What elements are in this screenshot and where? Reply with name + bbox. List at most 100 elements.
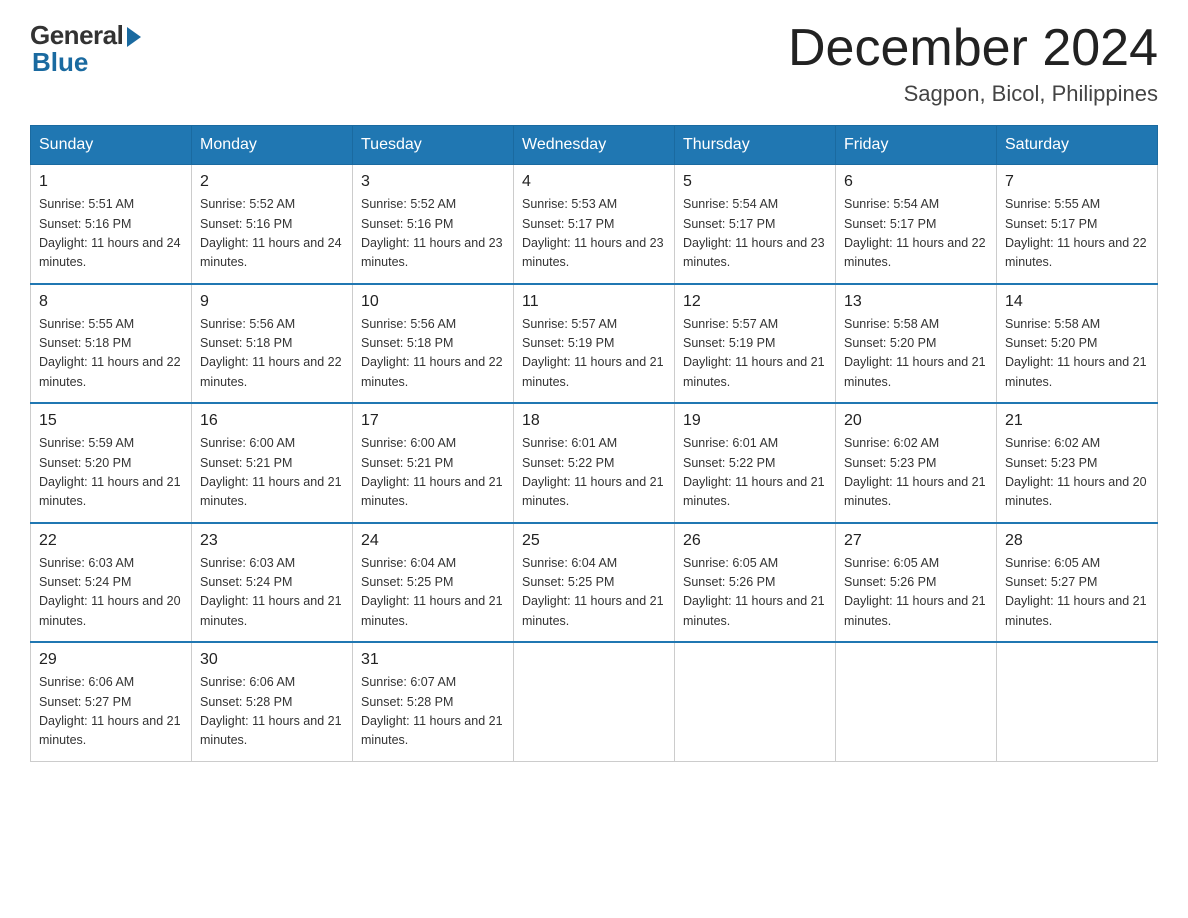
day-number: 23 [200,532,344,550]
calendar-day-cell: 16 Sunrise: 6:00 AM Sunset: 5:21 PM Dayl… [192,403,353,523]
day-info: Sunrise: 6:04 AM Sunset: 5:25 PM Dayligh… [522,554,666,632]
day-number: 26 [683,532,827,550]
day-number: 4 [522,173,666,191]
month-title: December 2024 [788,20,1158,77]
calendar-week-row: 22 Sunrise: 6:03 AM Sunset: 5:24 PM Dayl… [31,523,1158,643]
day-number: 28 [1005,532,1149,550]
calendar-table: Sunday Monday Tuesday Wednesday Thursday… [30,125,1158,762]
calendar-day-cell: 9 Sunrise: 5:56 AM Sunset: 5:18 PM Dayli… [192,284,353,404]
calendar-day-cell: 5 Sunrise: 5:54 AM Sunset: 5:17 PM Dayli… [675,165,836,284]
day-info: Sunrise: 6:00 AM Sunset: 5:21 PM Dayligh… [361,434,505,512]
calendar-day-cell: 23 Sunrise: 6:03 AM Sunset: 5:24 PM Dayl… [192,523,353,643]
header-sunday: Sunday [31,126,192,165]
day-info: Sunrise: 5:56 AM Sunset: 5:18 PM Dayligh… [361,315,505,393]
header-thursday: Thursday [675,126,836,165]
header-saturday: Saturday [997,126,1158,165]
header-tuesday: Tuesday [353,126,514,165]
day-number: 27 [844,532,988,550]
day-info: Sunrise: 5:54 AM Sunset: 5:17 PM Dayligh… [844,195,988,273]
day-info: Sunrise: 5:57 AM Sunset: 5:19 PM Dayligh… [683,315,827,393]
calendar-day-cell [997,642,1158,761]
calendar-day-cell: 3 Sunrise: 5:52 AM Sunset: 5:16 PM Dayli… [353,165,514,284]
calendar-week-row: 8 Sunrise: 5:55 AM Sunset: 5:18 PM Dayli… [31,284,1158,404]
calendar-header-row: Sunday Monday Tuesday Wednesday Thursday… [31,126,1158,165]
calendar-day-cell: 14 Sunrise: 5:58 AM Sunset: 5:20 PM Dayl… [997,284,1158,404]
day-info: Sunrise: 5:58 AM Sunset: 5:20 PM Dayligh… [844,315,988,393]
day-number: 1 [39,173,183,191]
calendar-day-cell: 22 Sunrise: 6:03 AM Sunset: 5:24 PM Dayl… [31,523,192,643]
calendar-day-cell: 29 Sunrise: 6:06 AM Sunset: 5:27 PM Dayl… [31,642,192,761]
day-number: 29 [39,651,183,669]
calendar-day-cell: 31 Sunrise: 6:07 AM Sunset: 5:28 PM Dayl… [353,642,514,761]
day-number: 13 [844,293,988,311]
day-info: Sunrise: 5:57 AM Sunset: 5:19 PM Dayligh… [522,315,666,393]
day-info: Sunrise: 6:04 AM Sunset: 5:25 PM Dayligh… [361,554,505,632]
calendar-day-cell: 12 Sunrise: 5:57 AM Sunset: 5:19 PM Dayl… [675,284,836,404]
calendar-day-cell: 26 Sunrise: 6:05 AM Sunset: 5:26 PM Dayl… [675,523,836,643]
day-number: 14 [1005,293,1149,311]
day-number: 10 [361,293,505,311]
day-number: 22 [39,532,183,550]
calendar-week-row: 1 Sunrise: 5:51 AM Sunset: 5:16 PM Dayli… [31,165,1158,284]
day-number: 19 [683,412,827,430]
day-info: Sunrise: 6:06 AM Sunset: 5:28 PM Dayligh… [200,673,344,751]
logo-arrow-icon [127,27,141,47]
calendar-day-cell: 20 Sunrise: 6:02 AM Sunset: 5:23 PM Dayl… [836,403,997,523]
day-number: 31 [361,651,505,669]
calendar-day-cell: 4 Sunrise: 5:53 AM Sunset: 5:17 PM Dayli… [514,165,675,284]
calendar-day-cell [836,642,997,761]
calendar-day-cell [514,642,675,761]
calendar-day-cell: 6 Sunrise: 5:54 AM Sunset: 5:17 PM Dayli… [836,165,997,284]
calendar-day-cell: 11 Sunrise: 5:57 AM Sunset: 5:19 PM Dayl… [514,284,675,404]
day-info: Sunrise: 6:01 AM Sunset: 5:22 PM Dayligh… [522,434,666,512]
day-info: Sunrise: 6:05 AM Sunset: 5:27 PM Dayligh… [1005,554,1149,632]
calendar-day-cell: 27 Sunrise: 6:05 AM Sunset: 5:26 PM Dayl… [836,523,997,643]
day-number: 11 [522,293,666,311]
header-wednesday: Wednesday [514,126,675,165]
title-section: December 2024 Sagpon, Bicol, Philippines [788,20,1158,107]
location-subtitle: Sagpon, Bicol, Philippines [788,81,1158,107]
day-info: Sunrise: 5:55 AM Sunset: 5:17 PM Dayligh… [1005,195,1149,273]
calendar-day-cell: 10 Sunrise: 5:56 AM Sunset: 5:18 PM Dayl… [353,284,514,404]
day-info: Sunrise: 6:03 AM Sunset: 5:24 PM Dayligh… [200,554,344,632]
day-info: Sunrise: 5:51 AM Sunset: 5:16 PM Dayligh… [39,195,183,273]
header-monday: Monday [192,126,353,165]
day-number: 6 [844,173,988,191]
day-number: 2 [200,173,344,191]
day-number: 9 [200,293,344,311]
calendar-day-cell: 1 Sunrise: 5:51 AM Sunset: 5:16 PM Dayli… [31,165,192,284]
day-info: Sunrise: 5:53 AM Sunset: 5:17 PM Dayligh… [522,195,666,273]
day-number: 18 [522,412,666,430]
day-info: Sunrise: 5:56 AM Sunset: 5:18 PM Dayligh… [200,315,344,393]
calendar-week-row: 15 Sunrise: 5:59 AM Sunset: 5:20 PM Dayl… [31,403,1158,523]
day-info: Sunrise: 6:05 AM Sunset: 5:26 PM Dayligh… [844,554,988,632]
calendar-day-cell: 7 Sunrise: 5:55 AM Sunset: 5:17 PM Dayli… [997,165,1158,284]
day-info: Sunrise: 6:06 AM Sunset: 5:27 PM Dayligh… [39,673,183,751]
day-number: 12 [683,293,827,311]
day-info: Sunrise: 5:55 AM Sunset: 5:18 PM Dayligh… [39,315,183,393]
calendar-day-cell [675,642,836,761]
day-number: 5 [683,173,827,191]
calendar-day-cell: 15 Sunrise: 5:59 AM Sunset: 5:20 PM Dayl… [31,403,192,523]
day-number: 30 [200,651,344,669]
day-number: 15 [39,412,183,430]
calendar-day-cell: 21 Sunrise: 6:02 AM Sunset: 5:23 PM Dayl… [997,403,1158,523]
calendar-day-cell: 25 Sunrise: 6:04 AM Sunset: 5:25 PM Dayl… [514,523,675,643]
day-info: Sunrise: 6:00 AM Sunset: 5:21 PM Dayligh… [200,434,344,512]
day-number: 20 [844,412,988,430]
day-number: 8 [39,293,183,311]
logo: General Blue [30,20,141,78]
day-number: 7 [1005,173,1149,191]
day-number: 16 [200,412,344,430]
page-header: General Blue December 2024 Sagpon, Bicol… [30,20,1158,107]
day-number: 21 [1005,412,1149,430]
calendar-day-cell: 8 Sunrise: 5:55 AM Sunset: 5:18 PM Dayli… [31,284,192,404]
day-info: Sunrise: 5:52 AM Sunset: 5:16 PM Dayligh… [361,195,505,273]
day-info: Sunrise: 5:52 AM Sunset: 5:16 PM Dayligh… [200,195,344,273]
calendar-day-cell: 19 Sunrise: 6:01 AM Sunset: 5:22 PM Dayl… [675,403,836,523]
day-info: Sunrise: 6:02 AM Sunset: 5:23 PM Dayligh… [1005,434,1149,512]
calendar-day-cell: 2 Sunrise: 5:52 AM Sunset: 5:16 PM Dayli… [192,165,353,284]
day-number: 25 [522,532,666,550]
day-number: 24 [361,532,505,550]
calendar-day-cell: 30 Sunrise: 6:06 AM Sunset: 5:28 PM Dayl… [192,642,353,761]
